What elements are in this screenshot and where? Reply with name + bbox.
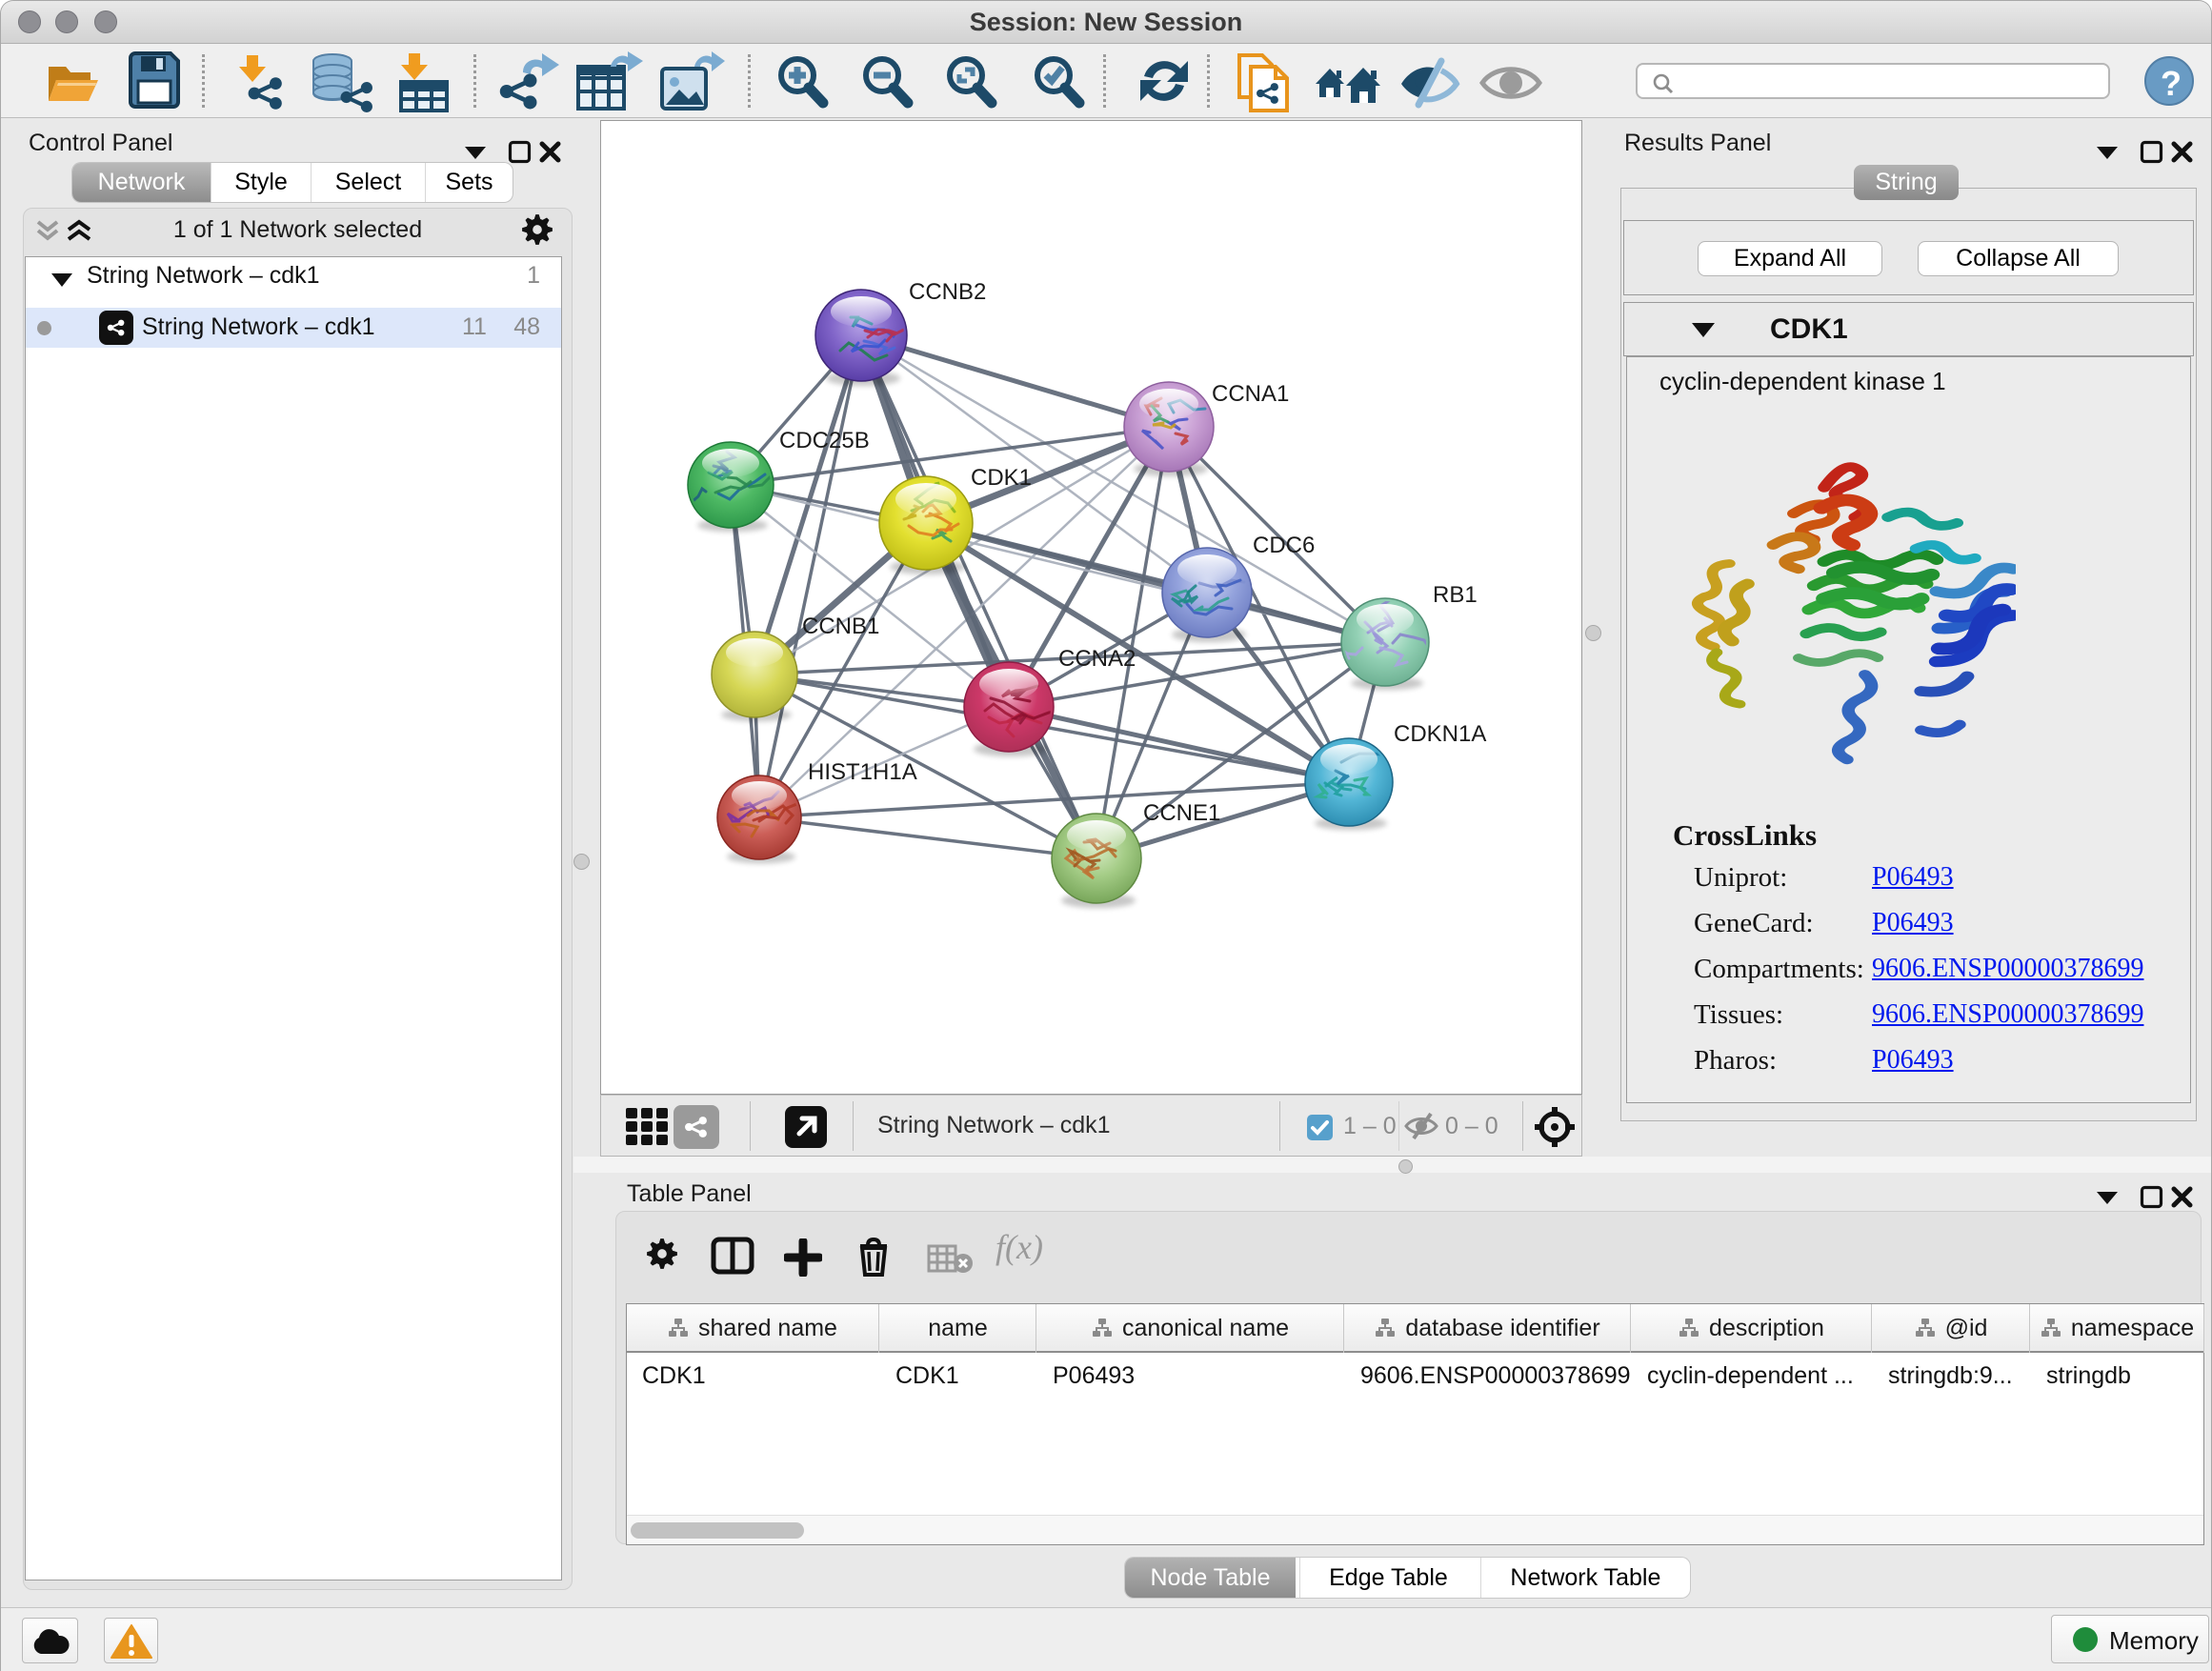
svg-text:CCNE1: CCNE1 [1143,800,1220,826]
svg-text:CDK1: CDK1 [971,465,1032,491]
svg-text:RB1: RB1 [1433,582,1478,608]
svg-text:CCNA2: CCNA2 [1058,646,1136,672]
svg-text:HIST1H1A: HIST1H1A [808,759,917,785]
svg-text:CCNB2: CCNB2 [909,279,986,305]
svg-text:CDKN1A: CDKN1A [1394,721,1486,747]
svg-text:CCNB1: CCNB1 [802,614,879,639]
svg-text:CCNA1: CCNA1 [1212,381,1289,407]
svg-text:CDC25B: CDC25B [779,428,870,453]
svg-text:CDC6: CDC6 [1253,533,1315,558]
